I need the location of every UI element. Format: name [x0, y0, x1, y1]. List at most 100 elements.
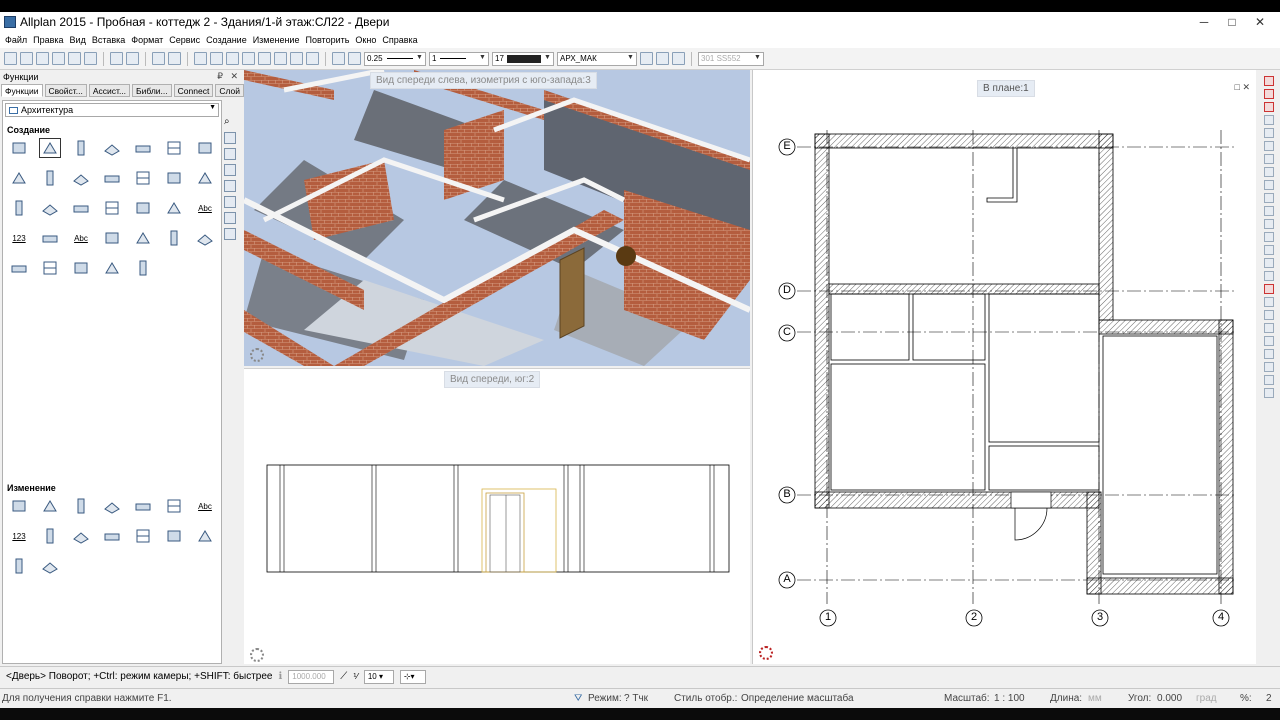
label-number-icon[interactable]: 123 — [9, 229, 29, 247]
ramp-tool-icon[interactable] — [9, 199, 29, 217]
modify-opening-icon[interactable] — [40, 527, 60, 545]
menu-repeat[interactable]: Повторить — [302, 35, 352, 45]
copy-icon[interactable] — [126, 52, 139, 65]
redo-icon[interactable] — [168, 52, 181, 65]
pattern-icon[interactable] — [656, 52, 669, 65]
scale-select[interactable]: 301 SS552 ▼ — [698, 51, 764, 66]
print-icon[interactable] — [68, 52, 81, 65]
hatch-tool-icon[interactable] — [133, 199, 153, 217]
modify-copy-icon[interactable] — [133, 527, 153, 545]
front-view-viewport[interactable]: Вид спереди, юг:2 — [244, 368, 750, 664]
snap-tool-4-icon[interactable] — [1264, 115, 1274, 125]
label-abc-icon[interactable]: Abc — [71, 229, 91, 247]
roof-tool-icon[interactable] — [195, 139, 215, 157]
room-tool-icon[interactable] — [164, 229, 184, 247]
snap-tool-10-icon[interactable] — [1264, 193, 1274, 203]
menu-modify[interactable]: Изменение — [250, 35, 303, 45]
snap-tool-20-icon[interactable] — [1264, 323, 1274, 333]
isometric-viewport[interactable]: Вид спереди слева, изометрия с юго-запад… — [244, 70, 750, 366]
style-icon[interactable] — [672, 52, 685, 65]
modify-pen-icon[interactable] — [164, 497, 184, 515]
snap-tool-21-icon[interactable] — [1264, 336, 1274, 346]
menu-edit[interactable]: Правка — [30, 35, 66, 45]
snap-tool-19-icon[interactable] — [1264, 310, 1274, 320]
tab-connect[interactable]: Connect — [173, 84, 214, 97]
pin-icon[interactable]: ₽ — [217, 71, 223, 81]
zoom-icon[interactable] — [306, 52, 319, 65]
side-tool-5-icon[interactable] — [224, 196, 236, 208]
close-icon[interactable]: ✕ — [1246, 12, 1274, 32]
surface-tool-icon[interactable] — [102, 199, 122, 217]
menu-format[interactable]: Формат — [128, 35, 166, 45]
save-icon[interactable] — [52, 52, 65, 65]
panel-close-icon[interactable]: ✕ — [230, 71, 238, 81]
value-input[interactable]: 1000.000 — [288, 669, 335, 684]
snap-tool-18-icon[interactable] — [1264, 297, 1274, 307]
pen-properties-icon[interactable] — [332, 52, 345, 65]
side-tool-6-icon[interactable] — [224, 212, 236, 224]
viewport-settings-icon[interactable] — [250, 648, 264, 662]
tab-library[interactable]: Библи... — [132, 84, 172, 97]
tab-assistants[interactable]: Ассист... — [88, 84, 131, 97]
layout-icon[interactable] — [84, 52, 97, 65]
menu-insert[interactable]: Вставка — [89, 35, 128, 45]
hide-icon[interactable] — [258, 52, 271, 65]
menu-view[interactable]: Вид — [67, 35, 89, 45]
snap-tool-14-icon[interactable] — [1264, 245, 1274, 255]
snap-tool-7-icon[interactable] — [1264, 154, 1274, 164]
display-style-value[interactable]: Определение масштаба — [741, 693, 854, 704]
tab-layers[interactable]: Слой — [215, 84, 244, 97]
side-tool-3-icon[interactable] — [224, 164, 236, 176]
minimize-icon[interactable]: ─ — [1190, 12, 1218, 32]
modify-length-icon[interactable] — [102, 497, 122, 515]
snap-tool-22-icon[interactable] — [1264, 349, 1274, 359]
snap-tool-2-icon[interactable] — [1264, 89, 1274, 99]
text-tool-icon[interactable]: Abc — [195, 199, 215, 217]
opening-tool-icon[interactable] — [39, 138, 61, 158]
slope-tool-icon[interactable] — [9, 259, 29, 277]
step-input[interactable]: 10 ▾ — [363, 669, 394, 684]
line-type-select[interactable]: 1 ▼ — [429, 51, 489, 66]
animation-icon[interactable] — [274, 52, 287, 65]
viewport-settings-icon[interactable] — [250, 348, 264, 362]
snap-tool-13-icon[interactable] — [1264, 232, 1274, 242]
menu-window[interactable]: Окно — [352, 35, 379, 45]
module-tool-icon[interactable] — [102, 259, 122, 277]
menu-file[interactable]: Файл — [2, 35, 30, 45]
beam-tool-icon[interactable] — [9, 169, 29, 187]
scale-value[interactable]: 1 : 100 — [994, 693, 1025, 704]
panel-tool-icon[interactable] — [195, 169, 215, 187]
maximize-icon[interactable]: □ — [1218, 12, 1246, 32]
recess-tool-icon[interactable] — [40, 259, 60, 277]
modify-attr-icon[interactable] — [102, 527, 122, 545]
snap-tool-12-icon[interactable] — [1264, 219, 1274, 229]
zoom-window-icon[interactable] — [242, 52, 255, 65]
numbering-icon[interactable]: ⅟ — [353, 672, 358, 681]
color-select[interactable]: 17 ▼ — [492, 51, 554, 66]
stair-tool-icon[interactable] — [71, 139, 91, 157]
chimney-tool-icon[interactable] — [133, 169, 153, 187]
door-tool-icon[interactable] — [71, 169, 91, 187]
modify-arc-icon[interactable] — [40, 557, 60, 575]
tab-properties[interactable]: Свойст... — [44, 84, 87, 97]
pen-thickness-select[interactable]: 0.25 ▼ — [364, 51, 426, 66]
pillar-tool-icon[interactable] — [133, 139, 153, 157]
measure-icon[interactable]: ⟋ — [340, 671, 347, 682]
menu-create[interactable]: Создание — [203, 35, 250, 45]
snap-tool-8-icon[interactable] — [1264, 167, 1274, 177]
niche-tool-icon[interactable] — [102, 169, 122, 187]
modify-join-icon[interactable] — [71, 527, 91, 545]
open-project-icon[interactable] — [20, 52, 33, 65]
cut-icon[interactable] — [110, 52, 123, 65]
format-icon[interactable] — [640, 52, 653, 65]
search-icon[interactable]: ⌕ — [224, 116, 236, 128]
report-tool-icon[interactable] — [133, 229, 153, 247]
snap-tool-3-icon[interactable] — [1264, 102, 1274, 112]
snap-tool-6-icon[interactable] — [1264, 141, 1274, 151]
open-file-icon[interactable] — [36, 52, 49, 65]
layers-icon[interactable] — [210, 52, 223, 65]
window-tool-icon[interactable] — [40, 169, 60, 187]
undo-icon[interactable] — [152, 52, 165, 65]
modify-height-icon[interactable] — [71, 497, 91, 515]
modify-round-icon[interactable] — [195, 527, 215, 545]
